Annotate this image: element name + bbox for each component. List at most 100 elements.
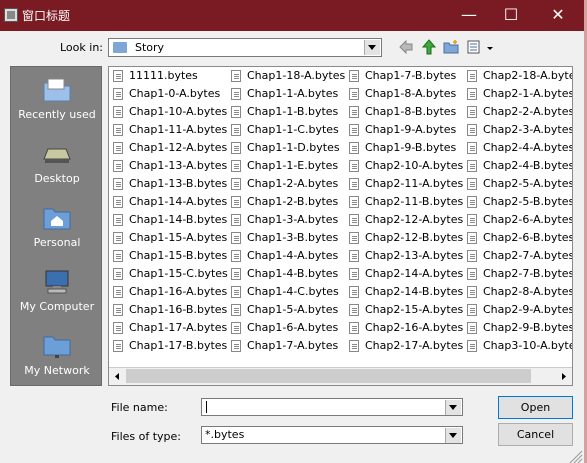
file-icon <box>113 106 123 118</box>
file-icon <box>231 250 241 262</box>
file-icon <box>349 304 359 316</box>
file-icon <box>467 304 477 316</box>
file-name: Chap1-1-D.bytes <box>247 141 340 154</box>
view-menu-icon[interactable] <box>466 39 496 55</box>
file-name: Chap1-1-E.bytes <box>247 159 339 172</box>
file-name: Chap1-8-B.bytes <box>365 105 457 118</box>
file-name: Chap2-2-A.bytes <box>483 105 573 118</box>
file-icon <box>231 142 241 154</box>
file-icon <box>467 160 477 172</box>
close-button[interactable]: ✕ <box>535 0 581 31</box>
scroll-left-icon[interactable] <box>109 368 126 385</box>
file-icon <box>467 250 477 262</box>
file-name: Chap2-6-A.bytes <box>483 213 573 226</box>
network-icon <box>43 336 71 358</box>
scroll-right-icon[interactable] <box>555 368 572 385</box>
file-name-input[interactable] <box>201 398 463 416</box>
file-icon <box>231 304 241 316</box>
file-name: Chap1-7-B.bytes <box>365 69 457 82</box>
look-in-label: Look in: <box>60 41 103 54</box>
file-name: Chap1-16-B.bytes <box>129 303 228 316</box>
file-icon <box>231 88 241 100</box>
maximize-button[interactable]: ☐ <box>488 0 534 31</box>
text-cursor <box>206 401 207 413</box>
up-folder-icon[interactable] <box>421 39 437 55</box>
chevron-down-icon[interactable] <box>445 400 461 415</box>
chevron-down-icon[interactable] <box>364 40 380 55</box>
chevron-down-icon[interactable] <box>445 428 461 443</box>
file-icon <box>113 142 123 154</box>
file-name: Chap1-0-A.bytes <box>129 87 221 100</box>
file-name: Chap1-13-A.bytes <box>129 159 228 172</box>
app-icon <box>4 8 18 22</box>
file-list[interactable]: Chap3-10-A.bytes Chap2-9-B.bytes Chap2-9-A… <box>108 66 573 386</box>
file-name: Chap1-4-A.bytes <box>247 249 339 262</box>
file-icon <box>467 124 477 136</box>
file-name-label: File name: <box>111 401 168 414</box>
file-name: Chap2-14-B.bytes <box>365 285 464 298</box>
place-my-network[interactable]: My Network <box>11 327 103 387</box>
file-icon <box>467 70 477 82</box>
file-icon <box>113 286 123 298</box>
file-name: Chap1-15-A.bytes <box>129 231 228 244</box>
file-name: Chap2-4-B.bytes <box>483 159 573 172</box>
file-name: Chap1-14-B.bytes <box>129 213 228 226</box>
scrollbar-thumb[interactable] <box>126 369 531 383</box>
place-desktop[interactable]: Desktop <box>11 135 103 195</box>
size-grip-icon[interactable] <box>564 445 584 463</box>
file-name: Chap2-7-A.bytes <box>483 249 573 262</box>
place-personal[interactable]: Personal <box>11 199 103 259</box>
file-icon <box>349 160 359 172</box>
new-folder-icon[interactable] <box>443 39 459 55</box>
file-name: Chap1-18-A.bytes <box>247 69 346 82</box>
file-name: Chap2-4-A.bytes <box>483 141 573 154</box>
minimize-button[interactable]: — <box>446 0 492 31</box>
window-title: 窗口标题 <box>22 9 71 23</box>
file-name: Chap1-12-A.bytes <box>129 141 228 154</box>
file-name: Chap2-13-A.bytes <box>365 249 464 262</box>
file-name: Chap2-17-A.bytes <box>365 339 464 352</box>
horizontal-scrollbar[interactable] <box>109 367 572 385</box>
file-name: 11111.bytes <box>129 69 198 82</box>
file-name: Chap1-2-B.bytes <box>247 195 339 208</box>
file-name: Chap3-10-A.bytes <box>483 339 573 352</box>
file-name: Chap1-3-B.bytes <box>247 231 339 244</box>
cancel-button[interactable]: Cancel <box>498 423 573 446</box>
look-in-value: Story <box>135 41 165 54</box>
file-icon <box>349 106 359 118</box>
file-name: Chap2-14-A.bytes <box>365 267 464 280</box>
file-icon <box>467 196 477 208</box>
file-icon <box>113 160 123 172</box>
file-name: Chap1-16-A.bytes <box>129 285 228 298</box>
file-name: Chap1-7-A.bytes <box>247 339 339 352</box>
file-type-select[interactable]: *.bytes <box>201 426 463 444</box>
file-name: Chap1-17-B.bytes <box>129 339 228 352</box>
file-icon <box>231 286 241 298</box>
place-label: My Computer <box>19 300 95 313</box>
file-icon <box>231 178 241 190</box>
file-name: Chap1-17-A.bytes <box>129 321 228 334</box>
file-icon <box>231 106 241 118</box>
place-recently-used[interactable]: Recently used <box>11 71 103 131</box>
file-dialog: 窗口标题 — ☐ ✕ Look in: Story Recently used <box>0 0 584 463</box>
file-name: Chap2-7-B.bytes <box>483 267 573 280</box>
file-icon <box>349 178 359 190</box>
file-name: Chap2-9-B.bytes <box>483 321 573 334</box>
file-name: Chap1-5-A.bytes <box>247 303 339 316</box>
file-icon <box>113 88 123 100</box>
file-icon <box>349 286 359 298</box>
file-icon <box>349 250 359 262</box>
place-my-computer[interactable]: My Computer <box>11 263 103 323</box>
file-name: Chap2-18-A.bytes <box>483 69 573 82</box>
recent-folder-icon <box>43 78 71 102</box>
title-bar[interactable]: 窗口标题 — ☐ ✕ <box>0 0 584 31</box>
file-icon <box>231 160 241 172</box>
file-name: Chap1-4-B.bytes <box>247 267 339 280</box>
look-in-combo[interactable]: Story <box>108 38 382 57</box>
file-name: Chap2-16-A.bytes <box>365 321 464 334</box>
open-button[interactable]: Open <box>498 396 573 419</box>
file-name: Chap1-1-B.bytes <box>247 105 339 118</box>
file-icon <box>231 196 241 208</box>
file-icon <box>113 70 123 82</box>
back-arrow-icon[interactable] <box>398 39 414 55</box>
